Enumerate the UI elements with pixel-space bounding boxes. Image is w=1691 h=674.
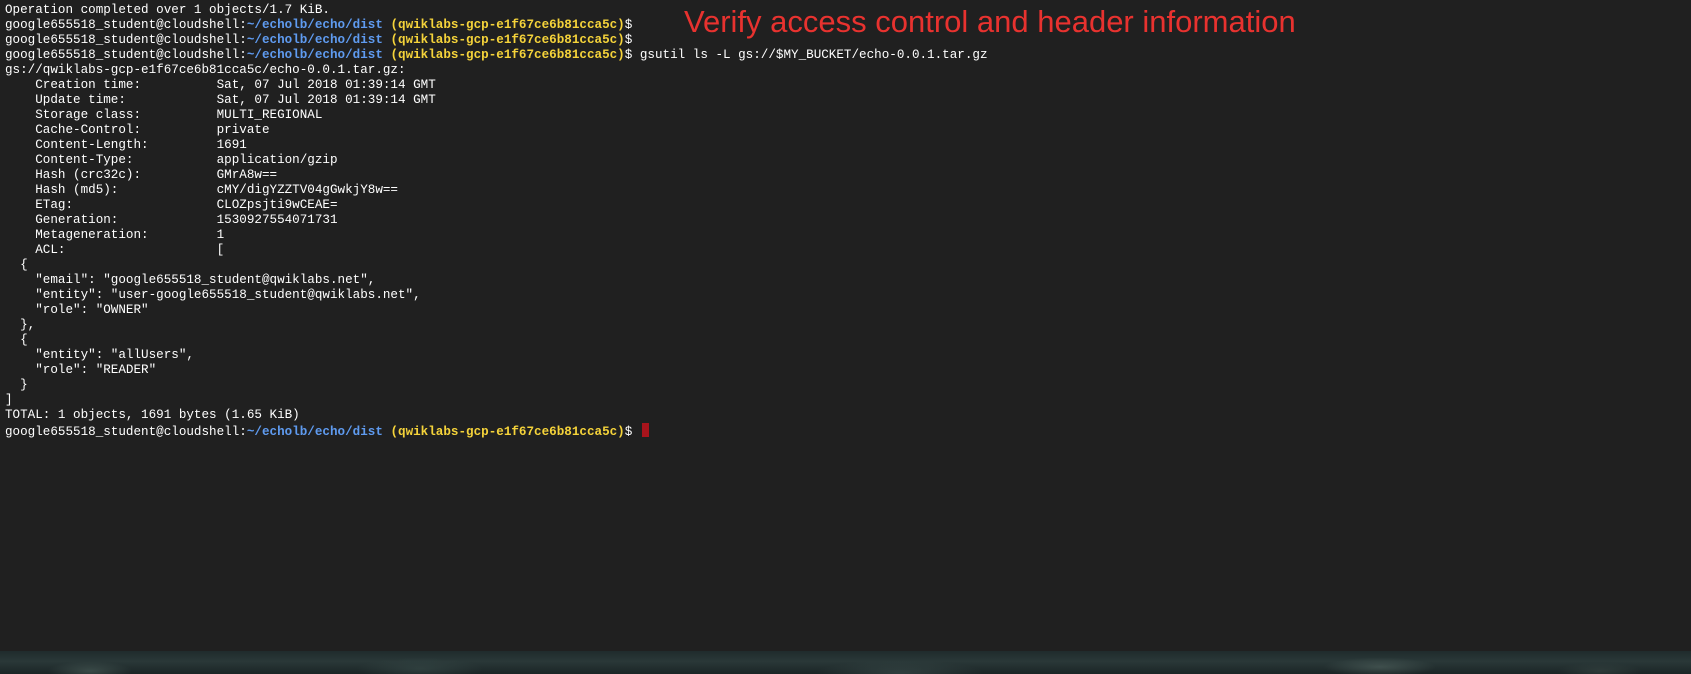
prompt-project: (qwiklabs-gcp-e1f67ce6b81cca5c)	[390, 33, 625, 47]
output-line: Creation time: Sat, 07 Jul 2018 01:39:14…	[5, 78, 436, 92]
output-line: }	[5, 378, 28, 392]
prompt-symbol: $	[624, 18, 633, 32]
output-line: Content-Length: 1691	[5, 138, 247, 152]
output-line: Generation: 1530927554071731	[5, 213, 338, 227]
prompt-line: google655518_student@cloudshell:~/echolb…	[5, 48, 988, 63]
prompt-path: ~/echolb/echo/dist	[246, 18, 383, 32]
prompt-user: google655518_student@cloudshell:	[5, 18, 247, 32]
output-line: gs://qwiklabs-gcp-e1f67ce6b81cca5c/echo-…	[5, 63, 406, 77]
prompt-path: ~/echolb/echo/dist	[246, 425, 383, 439]
terminal-output: Operation completed over 1 objects/1.7 K…	[5, 3, 988, 439]
cloud-shell-terminal[interactable]: Operation completed over 1 objects/1.7 K…	[0, 0, 1691, 651]
output-line: ETag: CLOZpsjti9wCEAE=	[5, 198, 338, 212]
prompt-user: google655518_student@cloudshell:	[5, 48, 247, 62]
prompt-project: (qwiklabs-gcp-e1f67ce6b81cca5c)	[390, 18, 625, 32]
prompt-path: ~/echolb/echo/dist	[246, 48, 383, 62]
desktop-wallpaper	[0, 651, 1691, 674]
prompt-path: ~/echolb/echo/dist	[246, 33, 383, 47]
prompt-project: (qwiklabs-gcp-e1f67ce6b81cca5c)	[390, 48, 625, 62]
output-line: Update time: Sat, 07 Jul 2018 01:39:14 G…	[5, 93, 436, 107]
annotation-caption: Verify access control and header informa…	[684, 4, 1296, 39]
output-line: ]	[5, 393, 13, 407]
output-line: ACL: [	[5, 243, 225, 257]
output-line: "role": "OWNER"	[5, 303, 149, 317]
output-line: "entity": "allUsers",	[5, 348, 194, 362]
prompt-project: (qwiklabs-gcp-e1f67ce6b81cca5c)	[390, 425, 625, 439]
command-text: gsutil ls -L gs://$MY_BUCKET/echo-0.0.1.…	[632, 48, 988, 62]
output-line: Content-Type: application/gzip	[5, 153, 338, 167]
prompt-symbol: $	[624, 33, 633, 47]
output-line: "role": "READER"	[5, 363, 157, 377]
output-line: {	[5, 333, 28, 347]
output-line: TOTAL: 1 objects, 1691 bytes (1.65 KiB)	[5, 408, 300, 422]
output-line: "entity": "user-google655518_student@qwi…	[5, 288, 421, 302]
output-line: Cache-Control: private	[5, 123, 270, 137]
output-line: "email": "google655518_student@qwiklabs.…	[5, 273, 376, 287]
output-line: },	[5, 318, 36, 332]
output-line: Hash (crc32c): GMrA8w==	[5, 168, 278, 182]
output-line: Storage class: MULTI_REGIONAL	[5, 108, 323, 122]
output-line: Metageneration: 1	[5, 228, 225, 242]
prompt-user: google655518_student@cloudshell:	[5, 425, 247, 439]
prompt-line: google655518_student@cloudshell:~/echolb…	[5, 423, 988, 439]
output-line: {	[5, 258, 28, 272]
output-line: Hash (md5): cMY/digYZZTV04gGwkjY8w==	[5, 183, 398, 197]
terminal-cursor[interactable]	[641, 423, 649, 437]
prompt-user: google655518_student@cloudshell:	[5, 33, 247, 47]
command-text	[632, 425, 640, 439]
